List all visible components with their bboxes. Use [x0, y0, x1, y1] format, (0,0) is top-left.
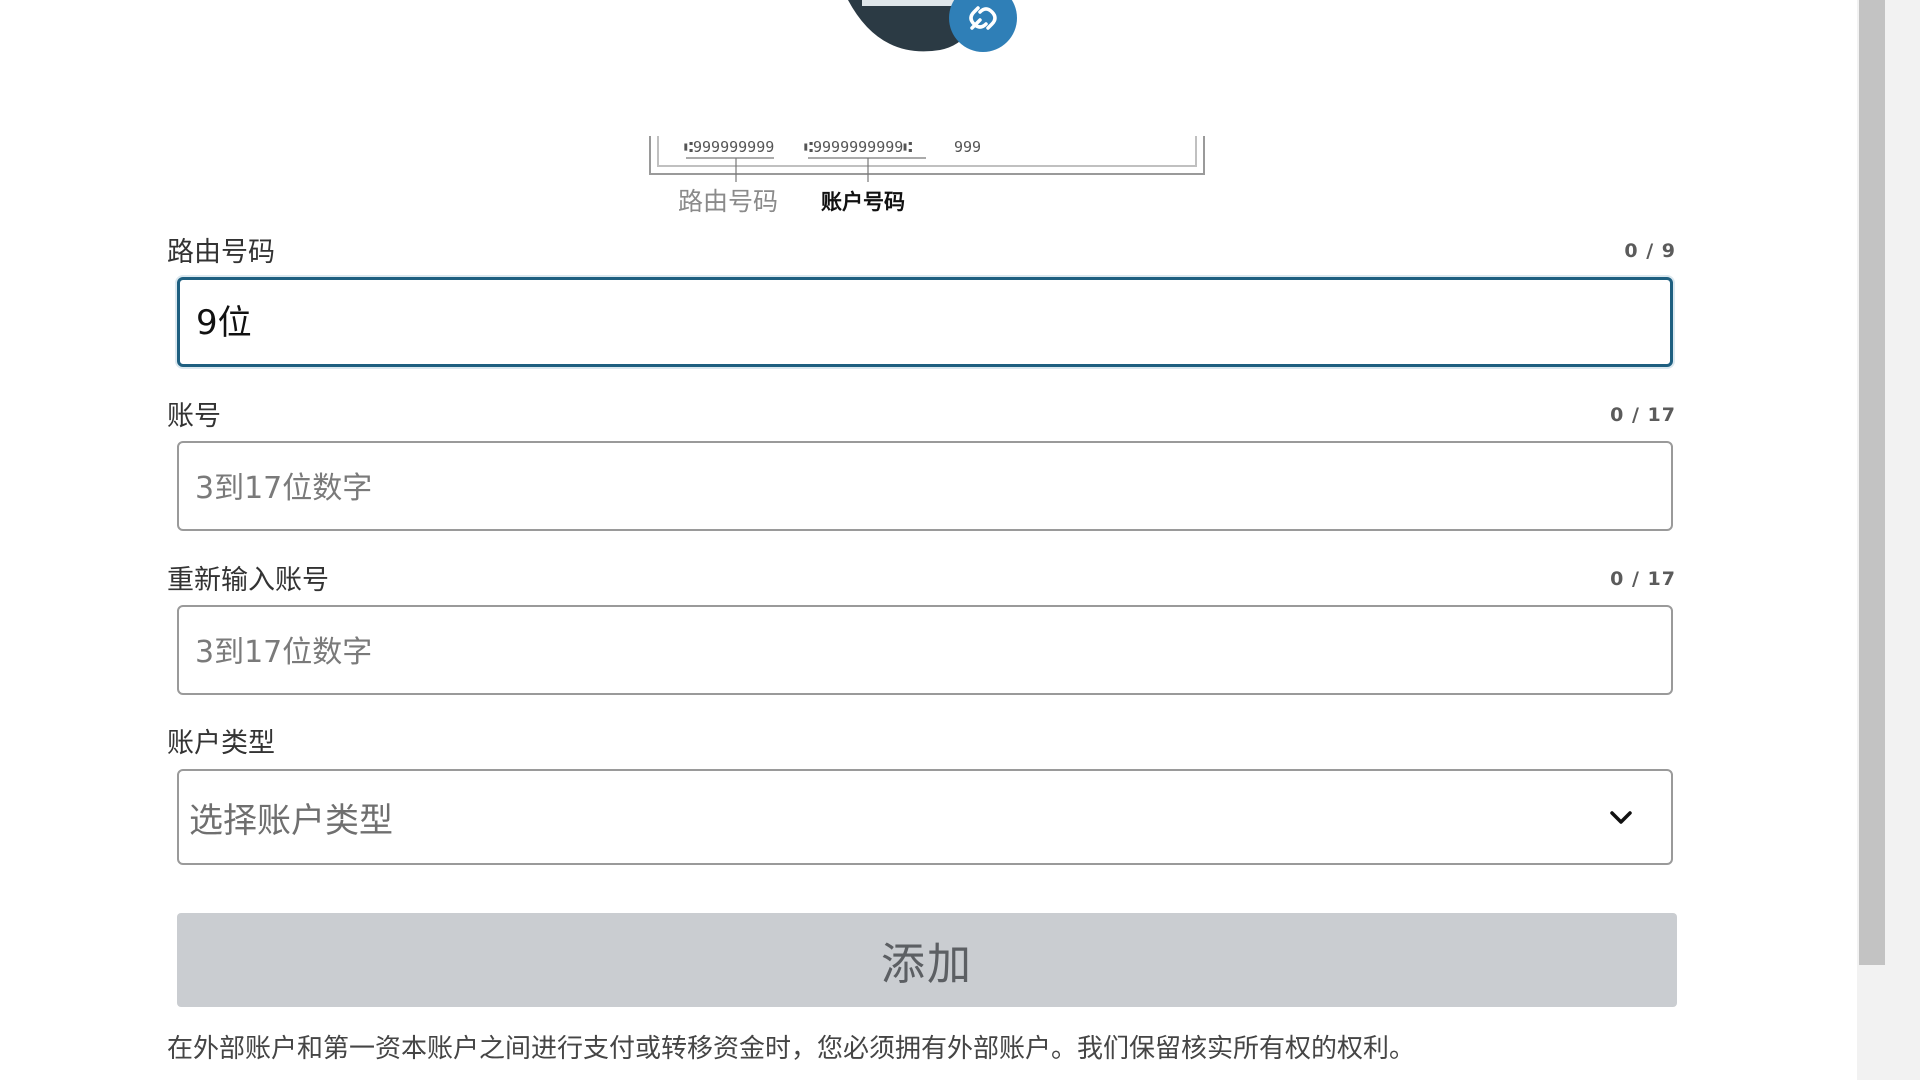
account-type-label: 账户类型 [167, 728, 275, 759]
routing-number-input[interactable] [196, 280, 1636, 364]
add-external-account-page: ⑆999999999 ⑆9999999999⑆ 999 路由号码 账户号码 路由… [0, 0, 1920, 1080]
link-icon [949, 0, 1017, 52]
account-number-field[interactable] [177, 441, 1673, 531]
routing-number-counter: 0 / 9 [1624, 240, 1676, 262]
account-number-caption: 账户号码 [821, 190, 905, 214]
ownership-disclaimer: 在外部账户和第一资本账户之间进行支付或转移资金时，您必须拥有外部账户。我们保留核… [167, 1034, 1416, 1064]
add-account-button[interactable]: 添加 [177, 913, 1677, 1007]
confirm-account-number-label: 重新输入账号 [167, 565, 329, 596]
micr-account-sample: ⑆9999999999⑆ [804, 138, 912, 156]
account-number-counter: 0 / 17 [1610, 404, 1676, 426]
routing-number-field[interactable] [177, 277, 1673, 367]
bank-link-illustration [848, 0, 1017, 52]
confirm-account-number-input[interactable] [195, 607, 1635, 693]
routing-number-label: 路由号码 [167, 237, 275, 268]
chevron-down-icon [1610, 811, 1632, 824]
account-number-label: 账号 [167, 401, 221, 432]
confirm-account-number-field[interactable] [177, 605, 1673, 695]
micr-check-sample: 999 [954, 138, 981, 156]
scrollbar-thumb[interactable] [1859, 0, 1885, 965]
routing-number-caption: 路由号码 [678, 187, 779, 216]
account-number-input[interactable] [195, 443, 1635, 529]
account-type-selected-value: 选择账户类型 [189, 801, 393, 841]
confirm-account-number-counter: 0 / 17 [1610, 568, 1676, 590]
card-stripe [862, 0, 966, 6]
account-type-select[interactable]: 选择账户类型 [177, 769, 1673, 865]
micr-routing-sample: ⑆999999999 [684, 138, 774, 156]
